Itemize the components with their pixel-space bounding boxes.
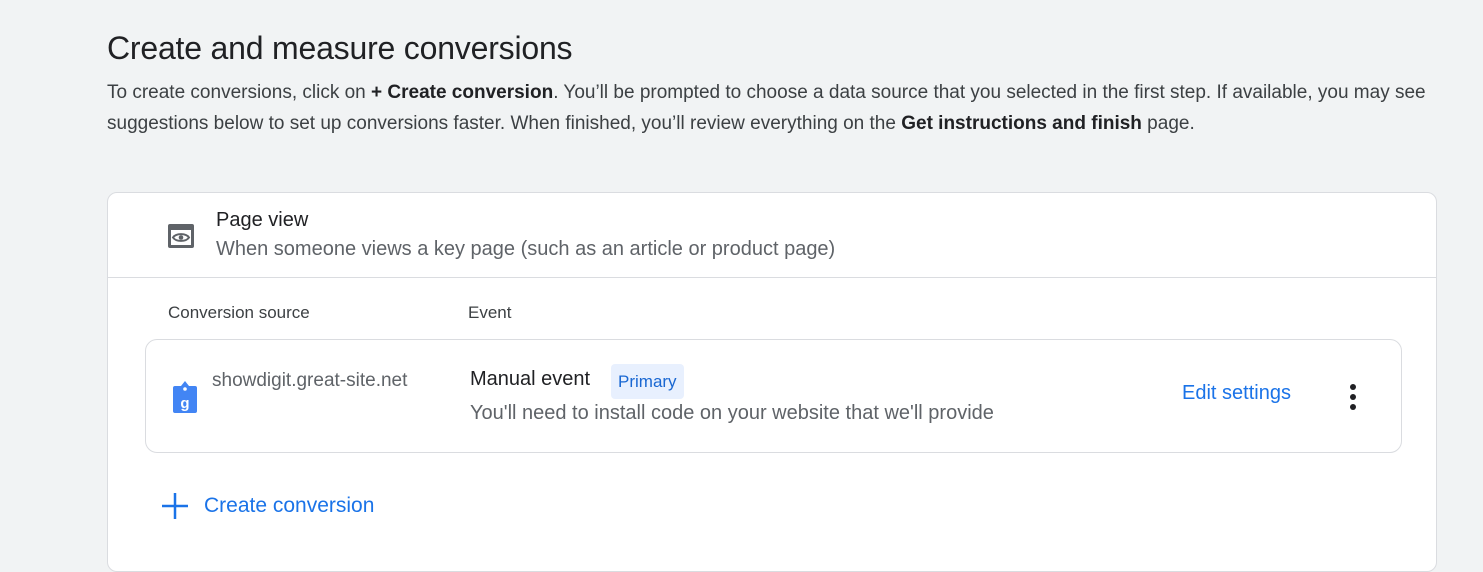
conversion-row: g showdigit.great-site.net Manual event … (145, 339, 1402, 453)
create-conversion-label: Create conversion (204, 494, 375, 517)
intro-text-part: To create conversions, click on (107, 82, 372, 103)
create-conversion-button[interactable]: Create conversion (160, 489, 374, 523)
conversion-goal-card: Page view When someone views a key page … (107, 192, 1437, 572)
google-tag-icon: g (173, 381, 197, 413)
card-header: Page view When someone views a key page … (108, 193, 1436, 278)
event-name: Manual event (470, 368, 591, 390)
card-subtitle: When someone views a key page (such as a… (216, 238, 836, 260)
plus-icon (162, 493, 188, 519)
primary-badge: Primary (611, 364, 684, 399)
intro-bold-get-instructions: Get instructions and finish (901, 112, 1142, 134)
column-header-conversion-source: Conversion source (168, 303, 310, 322)
conversion-source-name: showdigit.great-site.net (212, 370, 408, 391)
intro-bold-create-conversion: + Create conversion (371, 82, 554, 103)
svg-text:g: g (180, 395, 189, 412)
column-header-event: Event (468, 303, 512, 322)
event-description: You'll need to install code on your webs… (470, 402, 994, 424)
more-vert-icon[interactable] (1338, 380, 1368, 414)
page-view-eye-icon (168, 224, 194, 248)
intro-text-part: page. (1141, 112, 1195, 134)
page-title: Create and measure conversions (107, 30, 573, 66)
edit-settings-button[interactable]: Edit settings (1182, 382, 1291, 405)
card-title: Page view (216, 209, 309, 231)
intro-text: To create conversions, click on + Create… (107, 78, 1447, 139)
